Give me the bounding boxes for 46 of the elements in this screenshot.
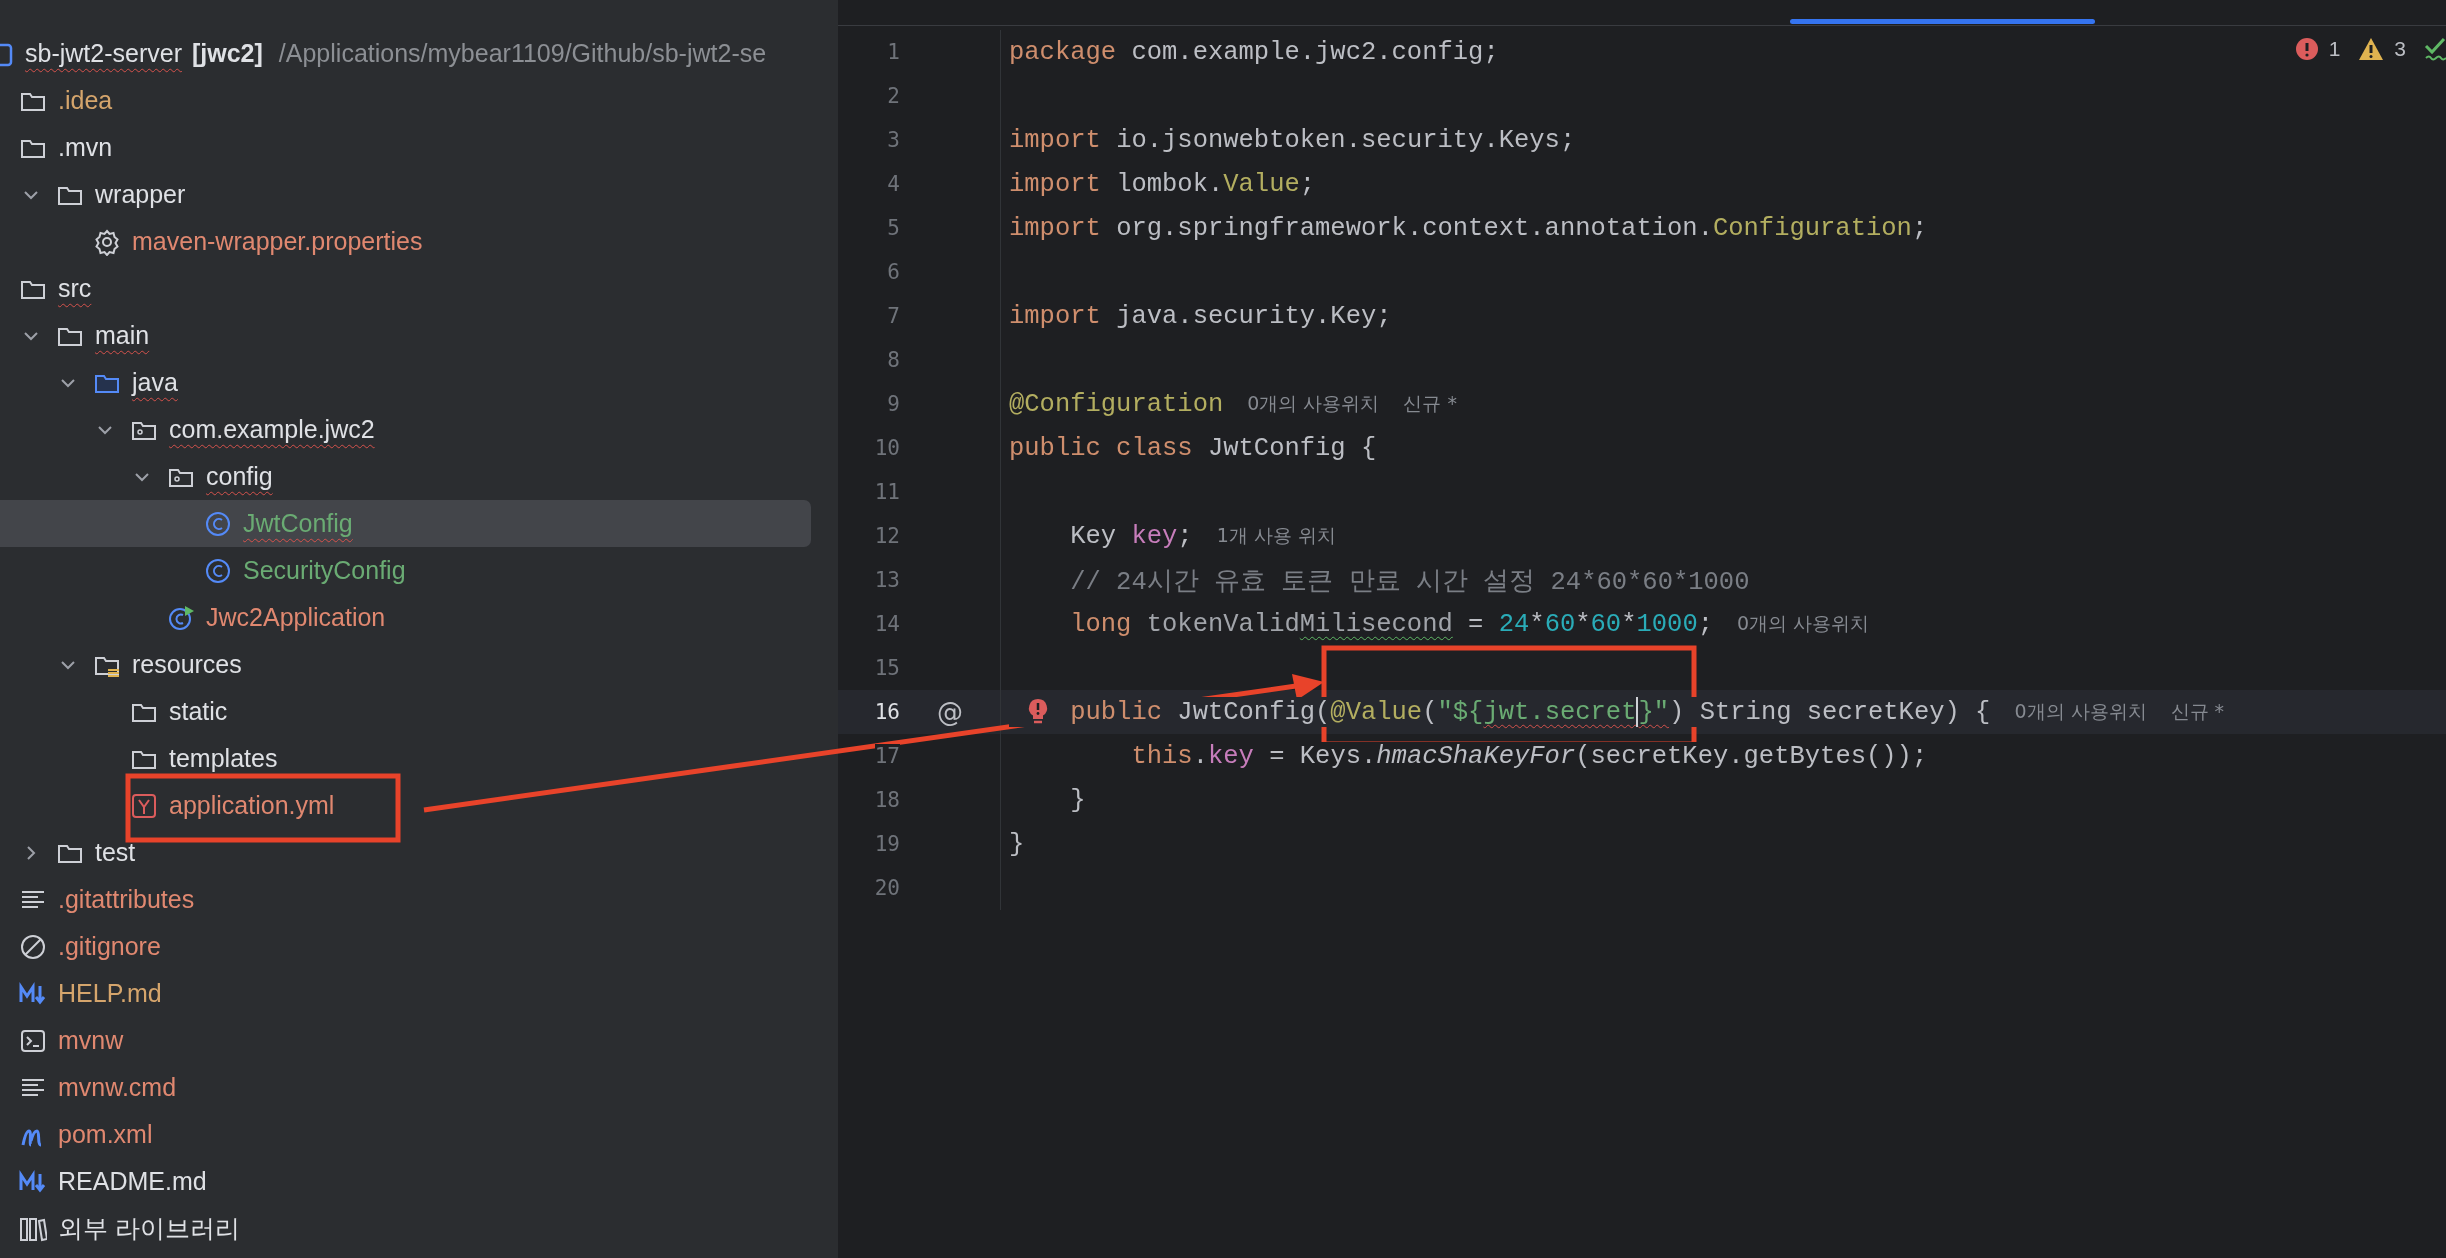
tree-item[interactable]: .mvn [0, 124, 811, 171]
tree-item[interactable]: wrapper [0, 171, 811, 218]
tree-item[interactable]: README.md [0, 1158, 811, 1205]
tree-item[interactable]: pom.xml [0, 1111, 811, 1158]
tree-item[interactable]: test [0, 829, 811, 876]
usage-hint[interactable]: 신규 * [1403, 391, 1457, 417]
tree-item[interactable]: main [0, 312, 811, 359]
tree-item[interactable]: maven-wrapper.properties [0, 218, 811, 265]
tree-item[interactable]: resources [0, 641, 811, 688]
tree-item[interactable]: HELP.md [0, 970, 811, 1017]
tree-item[interactable]: static [0, 688, 811, 735]
usage-hint[interactable]: 신규 * [2170, 699, 2225, 725]
tree-item[interactable]: config [0, 453, 811, 500]
tree-item[interactable]: SecurityConfig [0, 547, 811, 594]
tree-item[interactable]: src [0, 265, 811, 312]
tree-item[interactable]: .idea [0, 77, 811, 124]
tree-item[interactable]: com.example.jwc2 [0, 406, 811, 453]
error-icon [2294, 37, 2319, 61]
tree-item[interactable]: java [0, 359, 811, 406]
usage-hint[interactable]: 1개 사용 위치 [1216, 523, 1336, 549]
module-name: [jwc2] [192, 39, 263, 68]
tree-item[interactable]: application.yml [0, 782, 811, 829]
yaml-file-icon [130, 791, 158, 820]
warning-icon [2358, 37, 2385, 61]
tree-item[interactable]: Jwc2Application [0, 594, 811, 641]
usage-hint[interactable]: 0개의 사용위치 [2014, 699, 2147, 725]
tree-item[interactable]: .gitattributes [0, 876, 811, 923]
tree-item[interactable]: mvnw [0, 1017, 811, 1064]
warning-count[interactable]: 3 [2394, 37, 2406, 61]
usage-hint[interactable]: 0개의 사용위치 [1247, 391, 1380, 417]
project-path: /Applications/mybear1109/Github/sb-jwt2-se [278, 39, 767, 68]
usage-hint[interactable]: 0개의 사용위치 [1737, 611, 1870, 637]
error-count[interactable]: 1 [2328, 37, 2341, 61]
tree-item[interactable]: .gitignore [0, 923, 811, 970]
gutter-mark[interactable]: @ [937, 697, 963, 727]
gear-icon [93, 227, 121, 256]
class-icon [204, 509, 232, 538]
tree-item[interactable]: templates [0, 735, 811, 782]
tree-item[interactable]: JwtConfig [0, 500, 811, 547]
tree-item[interactable]: 외부 라이브러리 [0, 1205, 811, 1252]
ignore-file-icon [19, 932, 47, 961]
class-run-icon [167, 603, 195, 632]
class-icon [204, 556, 232, 585]
tree-item[interactable]: mvnw.cmd [0, 1064, 811, 1111]
check-icon [2424, 36, 2446, 62]
project-root[interactable]: sb-jwt2-server [jwc2] /Applications/mybear1109/Github/sb-jwt2-se [0, 30, 811, 77]
